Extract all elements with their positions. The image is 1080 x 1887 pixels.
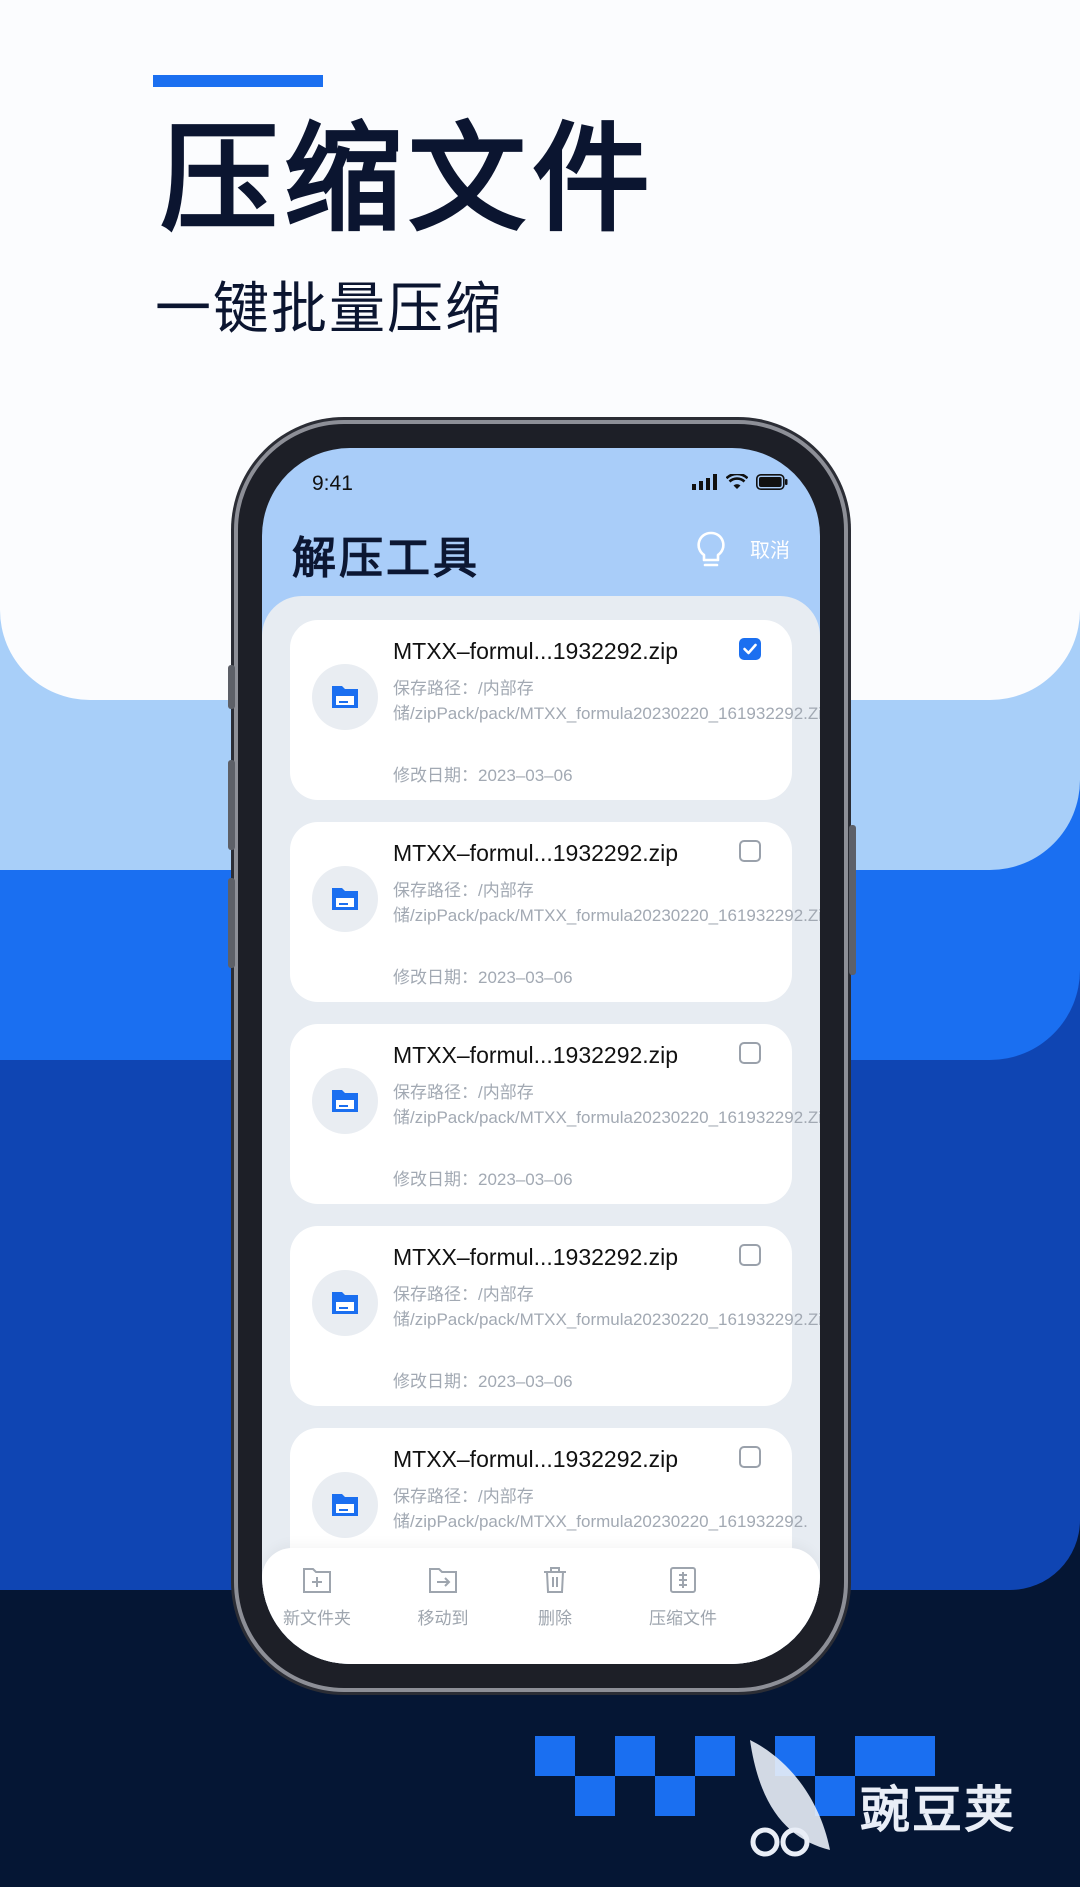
phone-mute-switch bbox=[228, 665, 235, 709]
file-name: MTXX–formul...1932292.zip bbox=[393, 1244, 679, 1270]
status-icons bbox=[692, 474, 788, 490]
watermark-block bbox=[695, 1736, 735, 1776]
file-path: 保存路径：/内部存储/zipPack/pack/MTXX_formula2023… bbox=[393, 679, 820, 723]
file-path: 保存路径：/内部存储/zipPack/pack/MTXX_formula2023… bbox=[393, 1487, 808, 1531]
watermark-text: 豌豆荚 bbox=[860, 1781, 1016, 1839]
bottom-toolbar: 新文件夹 移动到 删除 压缩文件 bbox=[262, 1548, 820, 1664]
file-card[interactable]: MTXX–formul...1932292.zip 保存路径：/内部存储/zipP… bbox=[290, 620, 820, 800]
app-title: 解压工具 bbox=[292, 533, 480, 584]
file-path: 保存路径：/内部存储/zipPack/pack/MTXX_formula2023… bbox=[393, 1285, 820, 1329]
file-checkbox[interactable] bbox=[739, 638, 761, 660]
file-checkbox[interactable] bbox=[739, 1042, 761, 1064]
watermark-block bbox=[535, 1736, 575, 1776]
phone-screen: 9:41 解压工具 取消 MTXX–formul...1932292.zip 保存… bbox=[262, 448, 820, 1664]
delete-button[interactable]: 删除 bbox=[500, 1566, 610, 1629]
promo-subheadline: 一键批量压缩 bbox=[155, 277, 503, 342]
watermark-block bbox=[615, 1736, 655, 1776]
file-date: 修改日期：2023–03–06 bbox=[393, 1372, 573, 1391]
file-list: MTXX–formul...1932292.zip 保存路径：/内部存储/zipP… bbox=[262, 596, 820, 1664]
watermark-block bbox=[575, 1776, 615, 1816]
file-name: MTXX–formul...1932292.zip bbox=[393, 840, 679, 866]
file-card[interactable]: MTXX–formul...1932292.zip 保存路径：/内部存储/zipP… bbox=[290, 1024, 820, 1204]
lightbulb-icon[interactable] bbox=[694, 530, 728, 570]
accent-bar bbox=[153, 75, 323, 87]
phone-power-button bbox=[849, 825, 856, 975]
file-date: 修改日期：2023–03–06 bbox=[393, 766, 573, 785]
signal-icon bbox=[692, 474, 717, 490]
file-checkbox[interactable] bbox=[739, 1244, 761, 1266]
folder-icon bbox=[312, 1068, 378, 1134]
phone-volume-up bbox=[228, 760, 235, 850]
phone-volume-down bbox=[228, 878, 235, 968]
trash-icon bbox=[544, 1567, 566, 1593]
file-checkbox[interactable] bbox=[739, 1446, 761, 1468]
file-date: 修改日期：2023–03–06 bbox=[393, 968, 573, 987]
compress-button[interactable]: 压缩文件 bbox=[628, 1566, 738, 1629]
folder-icon bbox=[312, 1472, 378, 1538]
status-time: 9:41 bbox=[312, 472, 353, 495]
file-path: 保存路径：/内部存储/zipPack/pack/MTXX_formula2023… bbox=[393, 881, 820, 925]
status-bar: 9:41 bbox=[262, 448, 820, 518]
file-card[interactable]: MTXX–formul...1932292.zip 保存路径：/内部存储/zipP… bbox=[290, 1226, 820, 1406]
folder-icon bbox=[312, 1270, 378, 1336]
folder-icon bbox=[312, 866, 378, 932]
file-name: MTXX–formul...1932292.zip bbox=[393, 1042, 679, 1068]
delete-label: 删除 bbox=[538, 1609, 572, 1629]
compress-icon bbox=[670, 1567, 696, 1593]
folder-icon bbox=[312, 664, 378, 730]
checkmark-icon bbox=[743, 643, 757, 655]
move-to-icon bbox=[429, 1568, 457, 1593]
file-date: 修改日期：2023–03–06 bbox=[393, 1170, 573, 1189]
file-name: MTXX–formul...1932292.zip bbox=[393, 638, 679, 664]
file-card[interactable]: MTXX–formul...1932292.zip 保存路径：/内部存储/zipP… bbox=[290, 822, 820, 1002]
promo-headline: 压缩文件 bbox=[160, 110, 657, 248]
watermark-block bbox=[655, 1776, 695, 1816]
move-to-button[interactable]: 移动到 bbox=[388, 1566, 498, 1629]
battery-icon bbox=[756, 474, 788, 490]
wifi-icon bbox=[726, 474, 748, 489]
cancel-button[interactable]: 取消 bbox=[750, 534, 790, 563]
new-folder-button[interactable]: 新文件夹 bbox=[262, 1566, 372, 1629]
move-to-label: 移动到 bbox=[417, 1609, 469, 1629]
compress-label: 压缩文件 bbox=[649, 1609, 717, 1629]
wandoujia-logo-icon bbox=[750, 1740, 830, 1857]
new-folder-label: 新文件夹 bbox=[283, 1609, 351, 1629]
file-path: 保存路径：/内部存储/zipPack/pack/MTXX_formula2023… bbox=[393, 1083, 820, 1127]
file-checkbox[interactable] bbox=[739, 840, 761, 862]
file-name: MTXX–formul...1932292.zip bbox=[393, 1446, 679, 1472]
new-folder-icon bbox=[303, 1568, 331, 1593]
